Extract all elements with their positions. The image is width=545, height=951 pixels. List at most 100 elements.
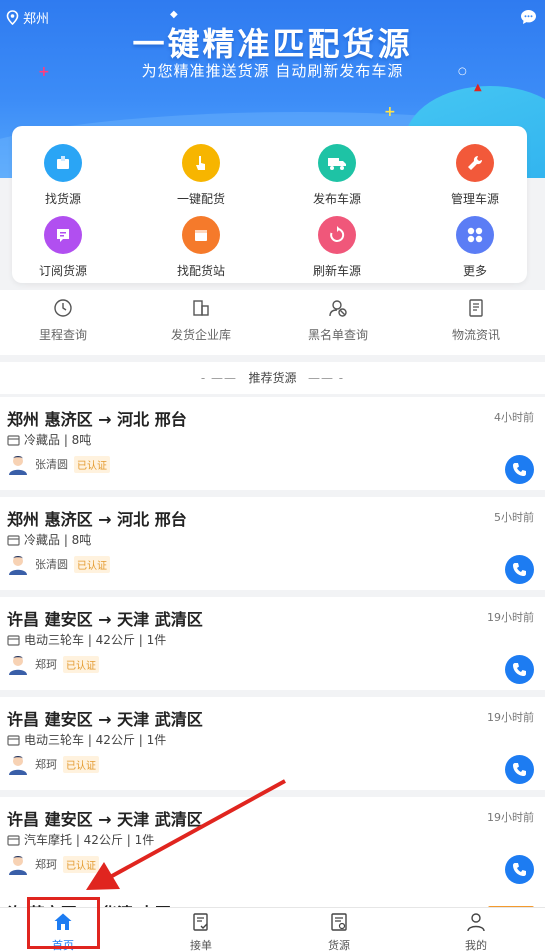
tool-blacklist[interactable]: 黑名单查询	[278, 298, 398, 343]
manage-wrench-icon	[456, 144, 494, 182]
cargo-icon	[331, 913, 347, 931]
tool-label: 发货企业库	[170, 328, 231, 342]
section-title: 推荐货源	[248, 371, 297, 385]
goods-text: 电动三轮车 | 42公斤 | 1件	[24, 733, 167, 747]
profile-icon	[467, 913, 485, 932]
tab-profile[interactable]: 我的	[436, 912, 516, 951]
cargo-listing-card[interactable]: 郑州 惠济区 → 河北 邢台 4小时前 冷藏品 | 8吨 张清圆 已认证	[0, 397, 545, 490]
refresh-icon	[318, 216, 356, 254]
route-text: 郑州 惠济区 → 河北 邢台	[7, 510, 187, 529]
more-grid-icon	[456, 216, 494, 254]
menu-publish-truck[interactable]: 发布车源	[282, 144, 392, 207]
tool-label: 物流资讯	[451, 328, 500, 342]
menu-more[interactable]: 更多	[420, 216, 530, 279]
cargo-listing-card[interactable]: 许昌 建安区 → 天津 武清区 19小时前 电动三轮车 | 42公斤 | 1件 …	[0, 697, 545, 790]
phone-icon	[513, 563, 526, 576]
truck-icon	[318, 144, 356, 182]
verified-badge: 已认证	[74, 455, 110, 473]
goods-info: 电动三轮车 | 42公斤 | 1件	[7, 631, 166, 648]
phone-icon	[513, 663, 526, 676]
goods-text: 电动三轮车 | 42公斤 | 1件	[24, 633, 167, 647]
subscribe-icon	[44, 216, 82, 254]
menu-label: 管理车源	[450, 192, 499, 206]
tool-mileage[interactable]: 里程查询	[3, 298, 123, 343]
tab-label: 接单	[190, 939, 212, 951]
highlight-box-annotation	[27, 897, 100, 949]
phone-icon	[513, 763, 526, 776]
menu-label: 订阅货源	[38, 264, 87, 278]
phone-icon	[513, 863, 526, 876]
section-heading: - —— 推荐货源 —— -	[0, 362, 545, 394]
order-icon	[193, 913, 208, 931]
section-deco-right: —— -	[307, 371, 345, 385]
verified-badge: 已认证	[74, 555, 110, 573]
avatar	[9, 656, 27, 675]
shipper-info: 郑珂 已认证	[7, 653, 99, 675]
menu-subscribe-cargo[interactable]: 订阅货源	[8, 216, 118, 279]
tab-orders[interactable]: 接单	[161, 912, 241, 951]
call-button[interactable]	[505, 855, 534, 884]
shipper-name: 郑珂	[35, 658, 57, 671]
shipper-info: 郑珂 已认证	[7, 753, 99, 775]
tool-label: 里程查询	[38, 328, 87, 342]
menu-one-click-match[interactable]: 一键配货	[146, 144, 256, 207]
goods-info: 汽车摩托 | 42公斤 | 1件	[7, 831, 154, 848]
call-button[interactable]	[505, 655, 534, 684]
sparkle-decoration: +	[384, 104, 396, 120]
verified-badge: 已认证	[63, 755, 99, 773]
avatar	[9, 556, 27, 575]
avatar	[9, 856, 27, 875]
tab-label: 我的	[465, 939, 487, 951]
banner-subline: 为您精准推送货源 自动刷新发布车源	[141, 62, 404, 80]
route-text: 许昌 建安区 → 天津 武清区	[7, 810, 203, 829]
tool-company[interactable]: 发货企业库	[141, 298, 261, 343]
call-button[interactable]	[505, 755, 534, 784]
shipper-name: 郑珂	[35, 858, 57, 871]
goods-info: 电动三轮车 | 42公斤 | 1件	[7, 731, 166, 748]
find-cargo-icon	[44, 144, 82, 182]
mileage-icon	[54, 299, 72, 317]
route-text: 郑州 惠济区 → 河北 邢台	[7, 410, 187, 429]
cargo-box-icon	[7, 834, 20, 846]
tools-row: 里程查询 发货企业库 黑名单查询 物流资讯	[0, 290, 545, 355]
verified-badge: 已认证	[63, 655, 99, 673]
news-icon	[469, 299, 483, 317]
station-icon	[182, 216, 220, 254]
avatar	[9, 756, 27, 775]
menu-label: 发布车源	[312, 192, 361, 206]
tab-cargo[interactable]: 货源	[299, 912, 379, 951]
sparkle-decoration: ▲	[474, 82, 482, 93]
post-time: 19小时前	[487, 811, 534, 824]
goods-text: 冷藏品 | 8吨	[24, 533, 92, 547]
cargo-listing-card[interactable]: 郑州 惠济区 → 河北 邢台 5小时前 冷藏品 | 8吨 张清圆 已认证	[0, 497, 545, 590]
blacklist-icon	[329, 300, 347, 317]
goods-text: 冷藏品 | 8吨	[24, 433, 92, 447]
goods-info: 冷藏品 | 8吨	[7, 431, 91, 448]
menu-refresh-truck[interactable]: 刷新车源	[282, 216, 392, 279]
cargo-box-icon	[7, 634, 20, 646]
verified-badge: 已认证	[63, 855, 99, 873]
shipper-info: 张清圆 已认证	[7, 453, 110, 475]
route-text: 许昌 建安区 → 天津 武清区	[7, 610, 203, 629]
cargo-listing-card[interactable]: 许昌 建安区 → 天津 武清区 19小时前 电动三轮车 | 42公斤 | 1件 …	[0, 597, 545, 690]
menu-label: 找货源	[44, 192, 81, 206]
phone-icon	[513, 463, 526, 476]
route-text: 许昌 建安区 → 天津 武清区	[7, 710, 203, 729]
cargo-listing-card[interactable]: 许昌 建安区 → 天津 武清区 19小时前 汽车摩托 | 42公斤 | 1件 郑…	[0, 797, 545, 890]
menu-label: 找配货站	[176, 264, 225, 278]
shipper-name: 张清圆	[35, 558, 68, 571]
tool-news[interactable]: 物流资讯	[416, 298, 536, 343]
shipper-name: 张清圆	[35, 458, 68, 471]
one-click-match-icon	[182, 144, 220, 182]
menu-find-cargo[interactable]: 找货源	[8, 144, 118, 207]
tool-label: 黑名单查询	[307, 328, 368, 342]
menu-find-station[interactable]: 找配货站	[146, 216, 256, 279]
post-time: 4小时前	[494, 411, 534, 424]
menu-manage-truck[interactable]: 管理车源	[420, 144, 530, 207]
call-button[interactable]	[505, 455, 534, 484]
shipper-info: 郑珂 已认证	[7, 853, 99, 875]
cargo-box-icon	[7, 534, 20, 546]
shipper-info: 张清圆 已认证	[7, 553, 110, 575]
tab-label: 货源	[328, 939, 350, 951]
call-button[interactable]	[505, 555, 534, 584]
